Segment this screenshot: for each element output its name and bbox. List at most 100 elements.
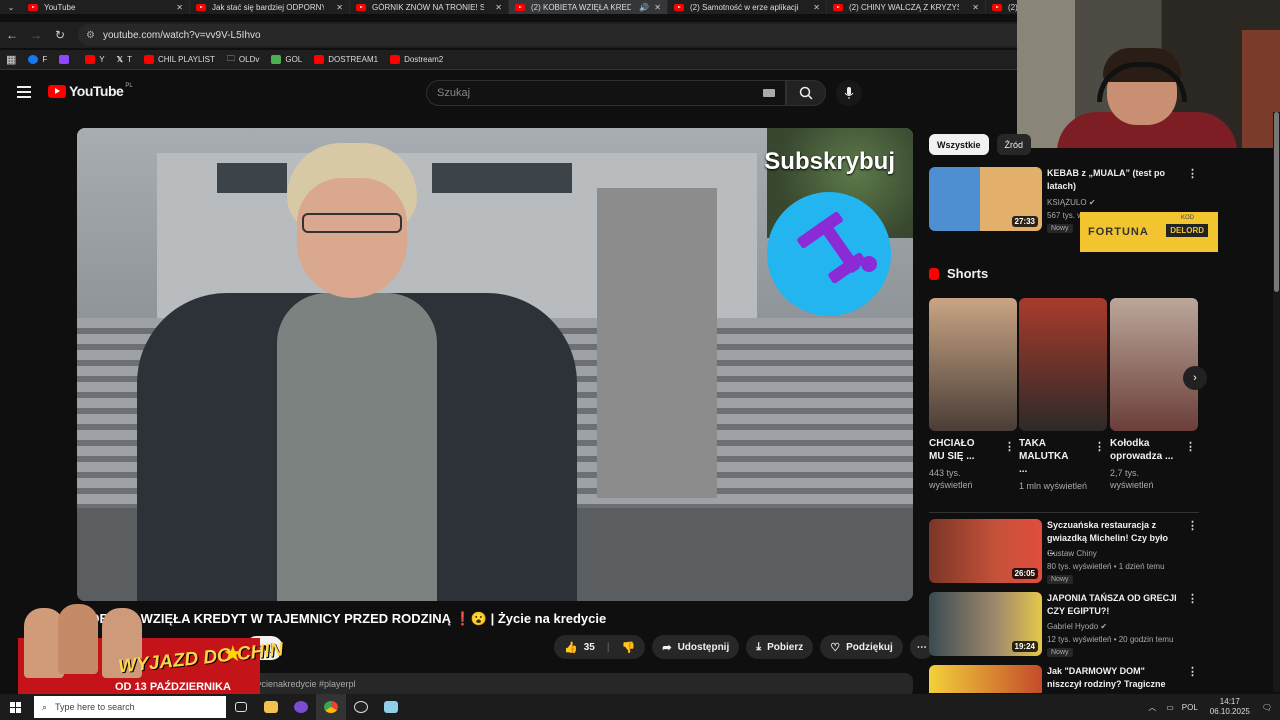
bookmark-t[interactable]: 𝕏T: [117, 55, 132, 64]
channel-name[interactable]: Gustaw Chiny: [1047, 549, 1097, 558]
video-thumbnail[interactable]: [929, 665, 1042, 693]
short-card[interactable]: Kołodka oprowadza ... 2,7 tys. wyświetle…: [1110, 298, 1198, 491]
speaker-icon[interactable]: 🔊: [639, 3, 649, 12]
url-field[interactable]: ⚙ youtube.com/watch?v=vv9V-L5Ihvo: [78, 24, 1058, 46]
short-thumbnail[interactable]: [1110, 298, 1198, 431]
more-options-icon[interactable]: ⋮: [1187, 167, 1198, 180]
short-thumbnail[interactable]: [929, 298, 1017, 431]
browser-app-icon[interactable]: [286, 694, 316, 720]
recommended-video[interactable]: Jak "DARMOWY DOM" niszczył rodziny? Trag…: [929, 665, 1199, 693]
sidebar-filter-chips: Wszystkie Źród: [929, 134, 1032, 155]
tab-kobieta[interactable]: (2) KOBIETA WZIĘŁA KREDY 🔊 ✕: [509, 0, 668, 14]
close-icon[interactable]: ✕: [495, 3, 502, 12]
share-button[interactable]: ➦ Udostępnij: [652, 635, 740, 659]
close-icon[interactable]: ✕: [813, 3, 820, 12]
video-title[interactable]: Jak "DARMOWY DOM" niszczył rodziny? Trag…: [1047, 665, 1177, 693]
close-icon[interactable]: ✕: [176, 3, 183, 12]
video-thumbnail[interactable]: 27:33: [929, 167, 1042, 231]
bookmark-y[interactable]: Y: [85, 55, 105, 64]
close-icon[interactable]: ✕: [654, 3, 661, 12]
obs-icon[interactable]: [346, 694, 376, 720]
apps-grid-icon[interactable]: ▦: [6, 53, 16, 66]
bookmark-dostream2[interactable]: Dostream2: [390, 55, 443, 64]
tab-search-chevron-icon[interactable]: ⌄: [0, 0, 22, 14]
more-options-icon[interactable]: ⋮: [1004, 440, 1015, 453]
tab-chiny[interactable]: (2) CHINY WALCZĄ Z KRYZYSEM✕: [827, 0, 986, 14]
start-button[interactable]: [0, 701, 30, 713]
tab-odporny[interactable]: Jak stać się bardziej ODPORNYM ✕: [190, 0, 350, 14]
video-thumbnail[interactable]: 26:05: [929, 519, 1042, 583]
chip-source[interactable]: Źród: [996, 134, 1032, 155]
shorts-next-arrow-icon[interactable]: ›: [1183, 366, 1207, 390]
tray-chevron-icon[interactable]: ︿: [1148, 702, 1156, 713]
bookmark-chil-playlist[interactable]: CHIL PLAYLIST: [143, 55, 215, 64]
back-arrow-icon[interactable]: ←: [0, 28, 24, 42]
short-card[interactable]: CHCIAŁO MU SIĘ ... 443 tys. wyświetleń ⋮: [929, 298, 1017, 491]
reload-icon[interactable]: ↻: [48, 28, 72, 42]
video-title[interactable]: KEBAB z „MUALA” (test po latach): [1047, 167, 1177, 193]
youtube-logo[interactable]: YouTube PL: [48, 83, 133, 99]
voice-search-button[interactable]: [836, 80, 862, 106]
share-icon: ➦: [662, 641, 672, 654]
youtube-icon: [356, 3, 366, 11]
close-icon[interactable]: ✕: [972, 3, 979, 12]
more-options-icon[interactable]: ⋮: [1185, 440, 1196, 453]
taskbar-search-input[interactable]: ⌕ Type here to search: [34, 696, 226, 718]
bookmark-dostream1[interactable]: DOSTREAM1: [314, 55, 378, 64]
short-card[interactable]: TAKA MALUTKA ... 1 mln wyświetleń ⋮: [1019, 298, 1107, 492]
network-icon[interactable]: ▭: [1166, 703, 1174, 712]
scrollbar-thumb[interactable]: [1274, 112, 1279, 292]
video-thumbnail[interactable]: 19:24: [929, 592, 1042, 656]
twitch-icon: [59, 55, 70, 64]
youtube-play-icon: [48, 84, 66, 98]
video-player[interactable]: Subskrybuj: [77, 128, 913, 601]
tab-gornik[interactable]: GÓRNIK ZNÓW NA TRONIE! Sz ✕: [350, 0, 509, 14]
menu-icon[interactable]: [17, 86, 31, 98]
page-scrollbar[interactable]: [1273, 112, 1280, 692]
bookmark-twitch[interactable]: [59, 55, 73, 64]
more-options-icon[interactable]: ⋮: [1187, 665, 1198, 678]
channel-name[interactable]: Gabriel Hyodo ✔: [1047, 622, 1107, 631]
url-text: youtube.com/watch?v=vv9V-L5Ihvo: [102, 29, 261, 41]
webcam-overlay: [1017, 0, 1280, 148]
download-button[interactable]: ⤓ Pobierz: [746, 635, 814, 659]
youtube-icon: [515, 3, 525, 11]
notes-app-icon[interactable]: [376, 694, 406, 720]
task-view-icon[interactable]: [226, 694, 256, 720]
recommended-video[interactable]: 26:05 Syczuańska restauracja z gwiazdką …: [929, 519, 1199, 584]
channel-watermark-logo[interactable]: [767, 192, 891, 316]
bookmark-oldv[interactable]: 🗀 OLDv: [227, 53, 259, 67]
tab-samotnosc[interactable]: (2) Samotność w erze aplikacji ✕: [668, 0, 827, 14]
notification-icon[interactable]: 🗨: [1262, 703, 1272, 712]
thumbs-down-icon[interactable]: 👎: [622, 641, 636, 654]
more-options-icon[interactable]: ⋮: [1187, 592, 1198, 605]
youtube-icon: [85, 55, 96, 64]
verified-icon: ✔: [1088, 198, 1096, 207]
new-badge: Nowy: [1047, 224, 1073, 233]
new-badge: Nowy: [1047, 648, 1073, 657]
tab-youtube[interactable]: YouTube ✕: [22, 0, 190, 14]
close-icon[interactable]: ✕: [336, 3, 343, 12]
verified-icon: ✔: [1100, 622, 1108, 631]
recommended-video[interactable]: 19:24 JAPONIA TAŃSZA OD GRECJI CZY EGIPT…: [929, 592, 1199, 657]
file-explorer-icon[interactable]: [256, 694, 286, 720]
more-options-icon[interactable]: ⋮: [1094, 440, 1105, 453]
short-thumbnail[interactable]: [1019, 298, 1107, 431]
channel-name[interactable]: KSIĄŻULO ✔: [1047, 198, 1096, 207]
bookmark-f[interactable]: F: [28, 55, 47, 64]
keyboard-icon[interactable]: [763, 89, 775, 97]
chrome-icon[interactable]: [316, 694, 346, 720]
thanks-button[interactable]: ♡ Podziękuj: [820, 635, 903, 659]
chip-all[interactable]: Wszystkie: [929, 134, 989, 155]
like-button[interactable]: 👍 35 | 👎: [554, 635, 646, 659]
bookmark-gol[interactable]: GOL: [271, 55, 302, 64]
clock[interactable]: 14:17 06.10.2025: [1210, 697, 1250, 717]
site-settings-icon[interactable]: ⚙: [86, 30, 95, 41]
more-options-icon[interactable]: ⋮: [1187, 519, 1198, 532]
search-input[interactable]: Szukaj: [426, 80, 786, 106]
video-title[interactable]: JAPONIA TAŃSZA OD GRECJI CZY EGIPTU?!: [1047, 592, 1177, 618]
youtube-icon: [833, 3, 843, 11]
search-button[interactable]: [786, 80, 826, 106]
forward-arrow-icon[interactable]: →: [24, 28, 48, 42]
language-indicator[interactable]: POL: [1182, 703, 1198, 712]
